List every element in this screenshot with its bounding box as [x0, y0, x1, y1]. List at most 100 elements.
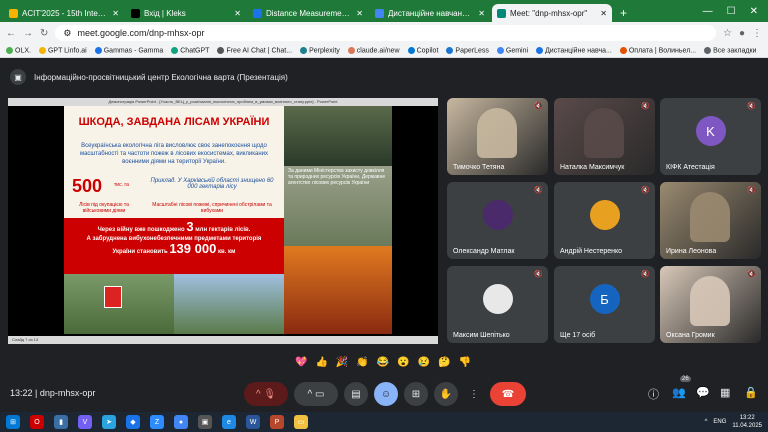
- reaction-emoji-icon[interactable]: 😢: [418, 357, 430, 368]
- bookmark-icon: [496, 46, 504, 54]
- participant-tile[interactable]: 🔇 Олександр Матлак: [447, 182, 548, 259]
- reaction-emoji-icon[interactable]: 😮: [397, 357, 409, 368]
- bookmark-item[interactable]: Copilot: [407, 46, 438, 54]
- menu-icon[interactable]: ⋮: [752, 28, 762, 39]
- close-tab-icon[interactable]: ✕: [600, 9, 607, 18]
- participant-tile[interactable]: 🔇 Оксана Громик: [660, 266, 761, 343]
- reaction-emoji-icon[interactable]: 👍: [315, 357, 327, 368]
- chrome-icon[interactable]: ●: [174, 415, 188, 429]
- files-icon[interactable]: ▮: [54, 415, 68, 429]
- bookmark-item[interactable]: OLX.: [6, 46, 31, 54]
- chevron-up-icon[interactable]: ^: [256, 389, 261, 400]
- mic-off-icon[interactable]: 🎙: [263, 389, 276, 400]
- participant-tile[interactable]: 🔇 Максим Шепітько: [447, 266, 548, 343]
- close-tab-icon[interactable]: ✕: [234, 9, 241, 18]
- browser-tab[interactable]: Дистанційне навчання в ВСП ✕: [370, 4, 490, 22]
- zoom-icon[interactable]: Z: [150, 415, 164, 429]
- participant-tile[interactable]: 🔇 Наталка Максимчук: [554, 98, 655, 175]
- people-icon[interactable]: 👥: [672, 386, 686, 399]
- chevron-up-icon[interactable]: ^: [308, 389, 313, 400]
- reaction-emoji-icon[interactable]: 👎: [459, 357, 471, 368]
- tab-label: Дистанційне навчання в ВСП: [388, 8, 474, 18]
- word-icon[interactable]: W: [246, 415, 260, 429]
- camera-toggle[interactable]: ^ ▭: [294, 382, 338, 406]
- host-controls-icon[interactable]: 🔒: [744, 386, 758, 399]
- back-icon[interactable]: ←: [6, 28, 16, 39]
- participant-tile[interactable]: 🔇 Андрій Нестеренко: [554, 182, 655, 259]
- reaction-emoji-icon[interactable]: 🎉: [336, 357, 348, 368]
- browser-tab[interactable]: Meet: "dnp-mhsx-opr" ✕: [492, 4, 612, 22]
- app2-icon[interactable]: ▣: [198, 415, 212, 429]
- bookmark-item[interactable]: ChatGPT: [171, 46, 209, 54]
- participant-tile[interactable]: 🔇 Ирина Леонова: [660, 182, 761, 259]
- trees-photo: [174, 274, 284, 334]
- presenter-header: ▣ Інформаційно-просвітницький центр Екол…: [0, 58, 768, 96]
- close-tab-icon[interactable]: ✕: [112, 9, 119, 18]
- reload-icon[interactable]: ↻: [40, 28, 48, 39]
- participant-name: Олександр Матлак: [453, 248, 515, 255]
- opera-icon[interactable]: O: [30, 415, 44, 429]
- close-tab-icon[interactable]: ✕: [478, 9, 485, 18]
- forward-icon[interactable]: →: [23, 28, 33, 39]
- bookmark-icon: [704, 46, 712, 54]
- slide-window-title: Демонстрація PowerPoint - [Участь_ВЕЦ_у_…: [8, 98, 438, 106]
- red-big: 139 000: [169, 241, 217, 256]
- bookmark-item[interactable]: Дистанційне навча...: [536, 46, 612, 54]
- reactions-button[interactable]: ☺: [374, 382, 398, 406]
- participant-tile[interactable]: 🔇 Тимочко Тетяна: [447, 98, 548, 175]
- close-tab-icon[interactable]: ✕: [356, 9, 363, 18]
- reaction-emoji-icon[interactable]: 💖: [295, 357, 307, 368]
- browser-tab[interactable]: Вхід | Kleks ✕: [126, 4, 246, 22]
- info-icon[interactable]: ⓘ: [648, 386, 659, 402]
- bookmark-item[interactable]: Free AI Chat | Chat...: [217, 46, 292, 54]
- bookmark-item[interactable]: Gammas - Gamma: [94, 46, 163, 54]
- bookmark-item[interactable]: PaperLess: [446, 46, 489, 54]
- participant-tile[interactable]: Б 🔇 Ще 17 осіб: [554, 266, 655, 343]
- profile-icon[interactable]: ●: [739, 28, 745, 39]
- participant-tile[interactable]: K 🔇 КІФК Атестація: [660, 98, 761, 175]
- browser-tab[interactable]: ACIT'2025 - 15th International ✕: [4, 4, 124, 22]
- telegram-icon[interactable]: ➤: [102, 415, 116, 429]
- url-input[interactable]: ⚙ meet.google.com/dnp-mhsx-opr: [55, 25, 716, 41]
- bookmark-label: claude.ai/new: [356, 47, 400, 55]
- bookmark-item[interactable]: Все закладки: [704, 46, 756, 54]
- tray-up-icon[interactable]: ^: [705, 419, 708, 425]
- bookmark-item[interactable]: GPT Linfo.ai: [38, 46, 87, 54]
- bookmark-item[interactable]: Оплата | Волиньел...: [619, 46, 696, 54]
- reaction-emoji-icon[interactable]: 😂: [377, 357, 389, 368]
- star-icon[interactable]: ☆: [723, 28, 732, 39]
- maximize-icon[interactable]: ☐: [727, 6, 736, 17]
- new-tab-button[interactable]: +: [614, 4, 633, 22]
- start-icon[interactable]: ⊞: [6, 415, 20, 429]
- site-info-icon[interactable]: ⚙: [63, 28, 71, 39]
- viber-icon[interactable]: V: [78, 415, 92, 429]
- captions-button[interactable]: ▤: [344, 382, 368, 406]
- bookmark-item[interactable]: Perplexity: [300, 46, 340, 54]
- powerpoint-icon[interactable]: P: [270, 415, 284, 429]
- app-icon[interactable]: ◆: [126, 415, 140, 429]
- present-button[interactable]: ⊞: [404, 382, 428, 406]
- red-line1b: млн гектарів лісів.: [195, 227, 251, 233]
- clock[interactable]: 13:22 11.04.2025: [732, 414, 762, 430]
- avatar-letter: K: [706, 123, 715, 139]
- activities-icon[interactable]: ▦: [720, 386, 730, 399]
- ie-icon[interactable]: e: [222, 415, 236, 429]
- reaction-emoji-icon[interactable]: 👏: [356, 357, 368, 368]
- more-options-button[interactable]: ⋮: [464, 382, 484, 406]
- meeting-code: dnp-mhsx-opr: [39, 388, 96, 398]
- browser-tab[interactable]: Distance Measurement using A ✕: [248, 4, 368, 22]
- lang-indicator[interactable]: ENG: [713, 419, 726, 425]
- minimize-icon[interactable]: —: [703, 6, 713, 17]
- close-icon[interactable]: ✕: [750, 6, 758, 17]
- bookmark-item[interactable]: Gemini: [496, 46, 528, 54]
- explorer-icon[interactable]: ▭: [294, 415, 308, 429]
- bookmark-item[interactable]: claude.ai/new: [347, 46, 400, 55]
- camera-icon[interactable]: ▭: [315, 389, 324, 400]
- raise-hand-button[interactable]: ✋: [434, 382, 458, 406]
- burnt-forest-photo: [284, 106, 392, 166]
- mic-off-icon: 🔇: [747, 103, 756, 110]
- chat-icon[interactable]: 💬: [696, 386, 710, 399]
- leave-call-button[interactable]: ☎: [490, 382, 526, 406]
- reaction-emoji-icon[interactable]: 🤔: [438, 357, 450, 368]
- mic-toggle[interactable]: ^ 🎙: [244, 382, 288, 406]
